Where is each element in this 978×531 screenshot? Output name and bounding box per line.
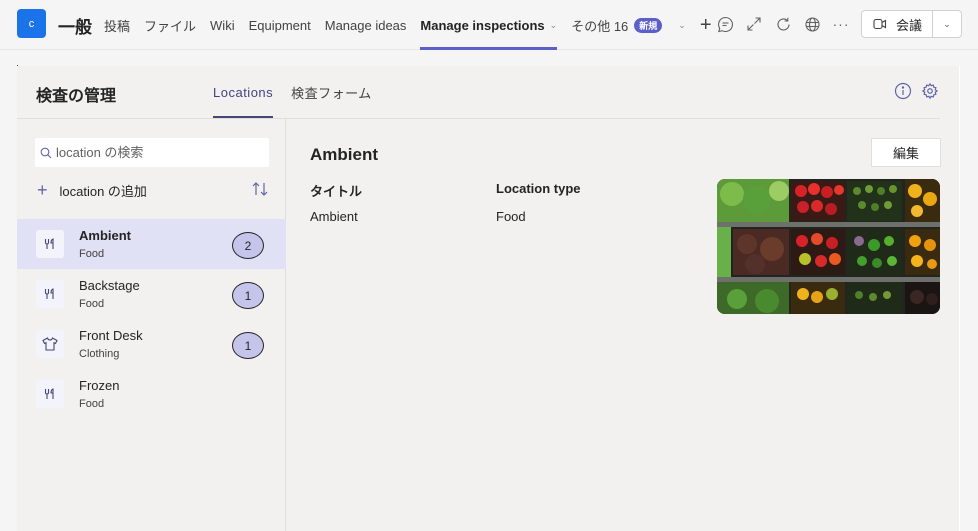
field-value-title: Ambient (310, 209, 358, 224)
chevron-down-icon[interactable]: ⌄ (678, 20, 686, 31)
tab-posts[interactable]: 投稿 (104, 0, 130, 50)
tab-label: 検査フォーム (291, 86, 372, 101)
app-title: 検査の管理 (36, 88, 117, 105)
team-avatar[interactable]: c (17, 9, 46, 38)
location-type: Food (79, 248, 105, 260)
chevron-down-icon[interactable]: ⌄ (550, 20, 558, 31)
plus-icon: + (37, 180, 48, 200)
tab-label: 投稿 (104, 18, 131, 34)
tab-manage-ideas[interactable]: Manage ideas (325, 0, 407, 50)
utensils-icon (36, 280, 64, 308)
tab-manage-inspections[interactable]: Manage inspections ⌄ (420, 0, 557, 50)
locations-panel: + location の追加 Ambient Food 2 Backstage … (17, 119, 286, 531)
gear-icon[interactable] (921, 82, 939, 100)
location-name: Ambient (79, 228, 131, 243)
field-label-location-type: Location type (496, 181, 581, 196)
location-name: Backstage (79, 278, 140, 293)
search-box[interactable] (35, 138, 269, 167)
inspection-count-badge: 2 (232, 232, 264, 259)
globe-icon[interactable] (802, 14, 822, 34)
channel-name: 一般 (58, 18, 92, 37)
field-value-location-type: Food (496, 209, 526, 224)
location-type: Food (79, 298, 105, 310)
inspection-count-badge: 1 (232, 282, 264, 309)
add-location-button[interactable]: + location の追加 (37, 180, 147, 201)
tab-equipment[interactable]: Equipment (249, 0, 311, 50)
location-type: Food (79, 398, 105, 410)
inspection-app: 検査の管理 Locations 検査フォーム + location の追加 Am… (17, 66, 960, 531)
field-label-title: タイトル (310, 184, 363, 199)
location-type: Clothing (79, 348, 120, 360)
top-header: c 一般 投稿 ファイル Wiki Equipment Manage ideas… (0, 0, 978, 50)
tab-wiki[interactable]: Wiki (210, 0, 235, 50)
meeting-button-group: 会議 ⌄ (861, 10, 963, 38)
tab-label: Wiki (210, 17, 235, 33)
tab-label: Locations (213, 85, 274, 100)
channel-tabs: 投稿 ファイル Wiki Equipment Manage ideas Mana… (104, 0, 712, 50)
location-name: Frozen (79, 378, 120, 393)
location-item[interactable]: Frozen Food (17, 369, 286, 419)
chat-icon[interactable] (715, 14, 735, 34)
location-image (717, 179, 940, 314)
search-input[interactable] (56, 145, 256, 160)
header-actions: ··· (715, 14, 860, 34)
location-item[interactable]: Backstage Food 1 (17, 269, 286, 319)
location-item[interactable]: Ambient Food 2 (17, 219, 286, 269)
more-label: その他 16 (571, 18, 629, 34)
edit-button[interactable]: 編集 (871, 138, 941, 167)
tab-locations[interactable]: Locations (213, 66, 274, 119)
location-list: Ambient Food 2 Backstage Food 1 Front De… (17, 219, 286, 419)
search-icon (40, 147, 52, 158)
sort-icon[interactable] (251, 181, 269, 199)
refresh-icon[interactable] (773, 14, 793, 34)
tab-label: Manage ideas (324, 17, 407, 33)
add-tab-button[interactable]: + (700, 14, 712, 37)
utensils-icon (36, 230, 64, 258)
info-icon[interactable] (894, 82, 912, 100)
tab-label: Equipment (248, 17, 311, 33)
location-item[interactable]: Front Desk Clothing 1 (17, 319, 286, 369)
inspection-count-badge: 1 (232, 332, 264, 359)
meet-button[interactable]: 会議 (862, 11, 934, 37)
tab-more[interactable]: その他 16 新規 (571, 0, 663, 50)
location-name: Front Desk (79, 328, 143, 343)
expand-icon[interactable] (744, 14, 764, 34)
tab-files[interactable]: ファイル (144, 0, 196, 50)
tab-label: ファイル (144, 18, 197, 34)
meet-label: 会議 (896, 17, 923, 33)
team-initial: c (28, 17, 35, 30)
meet-options-dropdown[interactable]: ⌄ (933, 11, 961, 37)
new-badge: 新規 (634, 17, 663, 33)
app-tabs: Locations 検査フォーム (213, 66, 390, 119)
detail-title: Ambient (310, 145, 378, 164)
shirt-icon (36, 330, 64, 358)
add-location-label: location の追加 (59, 184, 147, 199)
tab-inspection-forms[interactable]: 検査フォーム (291, 66, 372, 119)
tab-label: Manage inspections (420, 17, 545, 33)
video-camera-icon (873, 18, 887, 30)
more-icon[interactable]: ··· (831, 14, 851, 34)
utensils-icon (36, 380, 64, 408)
